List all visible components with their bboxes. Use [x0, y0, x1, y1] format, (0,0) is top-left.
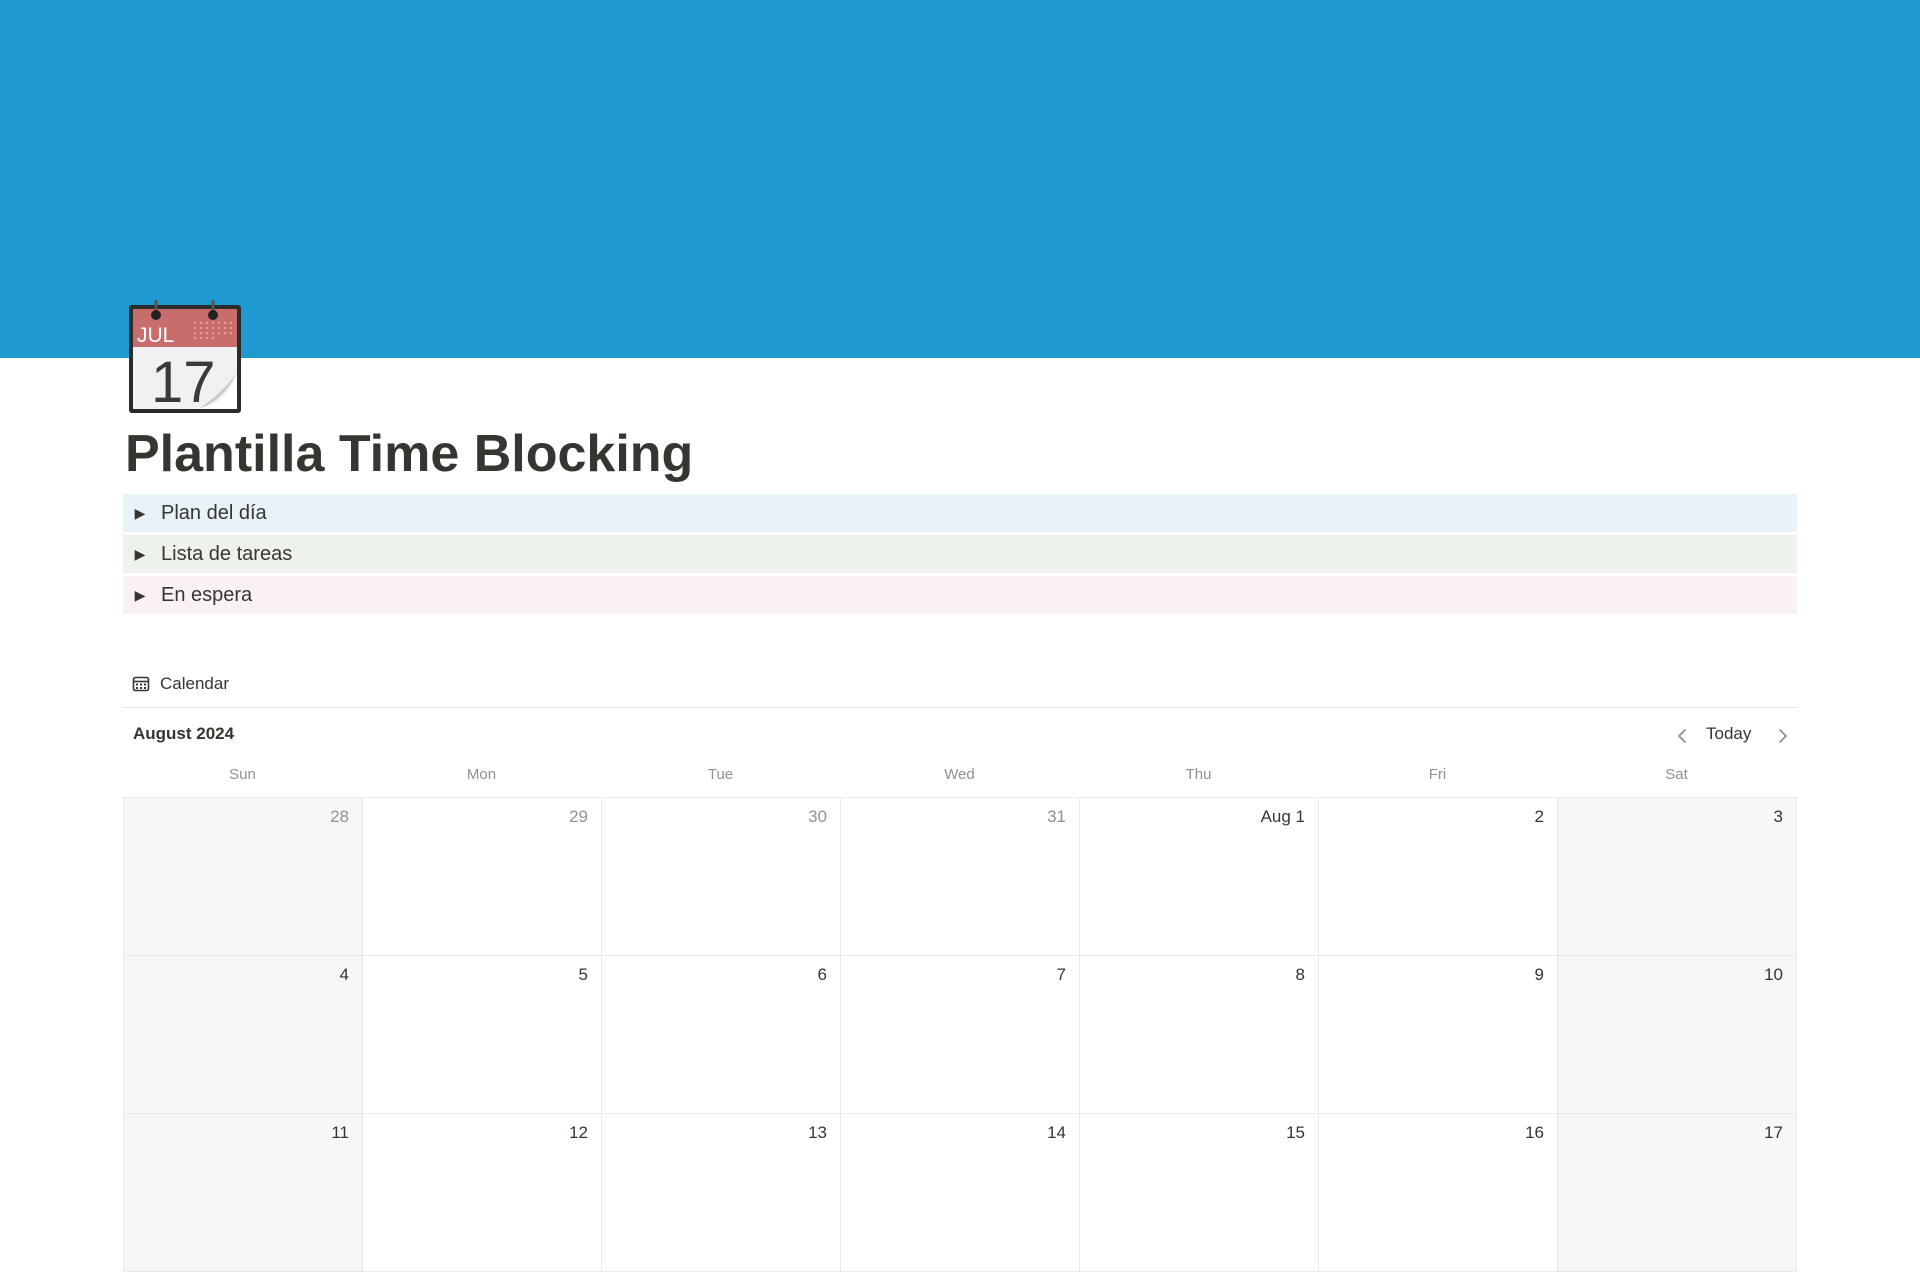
weekday-label: Sun: [229, 766, 256, 783]
weekday-header: Sun Mon Tue Wed Thu Fri Sat: [123, 766, 1797, 786]
calendar-view-label: Calendar: [160, 674, 229, 693]
calendar-month-label: August 2024: [133, 724, 235, 743]
tear-off-calendar-icon[interactable]: JUL 17: [128, 300, 242, 414]
day-number: 11: [331, 1123, 349, 1142]
toggle-label: Lista de tareas: [161, 542, 293, 565]
toggle-label: En espera: [161, 583, 253, 606]
day-number: 4: [339, 965, 349, 984]
weekday-label: Wed: [944, 766, 975, 783]
calendar-day-cell[interactable]: 9: [1318, 956, 1557, 1114]
calendar-day-cell[interactable]: 28: [123, 798, 362, 956]
toggle-arrow-icon[interactable]: ▶: [133, 546, 147, 563]
toggle-en-espera[interactable]: ▶ En espera: [123, 576, 1797, 614]
toggle-plan-del-dia[interactable]: ▶ Plan del día: [123, 494, 1797, 532]
calendar-day-cell[interactable]: 11: [123, 1114, 362, 1272]
icon-month-text: JUL: [137, 324, 174, 347]
toggle-arrow-icon[interactable]: ▶: [133, 505, 147, 522]
calendar-day-cell[interactable]: 2: [1318, 798, 1557, 956]
page-title[interactable]: Plantilla Time Blocking: [125, 418, 693, 490]
chevron-left-icon[interactable]: [1672, 725, 1694, 747]
day-number: 17: [1764, 1123, 1783, 1142]
day-number: 14: [1047, 1123, 1066, 1142]
calendar-day-cell[interactable]: 13: [601, 1114, 840, 1272]
day-number: 13: [808, 1123, 827, 1142]
calendar-day-cell[interactable]: 5: [362, 956, 601, 1114]
day-number: 2: [1534, 807, 1544, 826]
page-cover[interactable]: [0, 0, 1920, 358]
calendar-grid: 28 29 30 31 Aug 1 2 3 4 5 6 7 8 9 10 11 12 13 14 15 16 17: [123, 797, 1797, 1272]
calendar-day-cell[interactable]: 3: [1557, 798, 1797, 956]
toggle-arrow-icon[interactable]: ▶: [133, 587, 147, 604]
calendar-day-cell[interactable]: 29: [362, 798, 601, 956]
toggle-lista-de-tareas[interactable]: ▶ Lista de tareas: [123, 535, 1797, 573]
day-number: 12: [569, 1123, 588, 1142]
day-number: 7: [1056, 965, 1066, 984]
today-button[interactable]: Today: [1700, 724, 1757, 746]
day-number: 15: [1286, 1123, 1305, 1142]
weekday-label: Tue: [707, 766, 734, 783]
weekday-label: Sat: [1665, 766, 1688, 783]
calendar-day-cell[interactable]: 15: [1079, 1114, 1318, 1272]
day-number: 8: [1295, 965, 1305, 984]
calendar-day-cell[interactable]: 4: [123, 956, 362, 1114]
day-number: 29: [569, 807, 588, 826]
calendar-day-cell[interactable]: 8: [1079, 956, 1318, 1114]
day-number: 9: [1534, 965, 1544, 984]
day-number: 5: [578, 965, 588, 984]
weekday-label: Thu: [1185, 766, 1212, 783]
weekday-label: Fri: [1428, 766, 1447, 783]
day-number: 28: [330, 807, 349, 826]
weekday-label: Mon: [466, 766, 497, 783]
day-number: 30: [808, 807, 827, 826]
calendar-day-cell[interactable]: 30: [601, 798, 840, 956]
calendar-day-cell[interactable]: 14: [840, 1114, 1079, 1272]
calendar-day-cell[interactable]: 17: [1557, 1114, 1797, 1272]
day-number: 6: [817, 965, 827, 984]
calendar-day-cell[interactable]: 16: [1318, 1114, 1557, 1272]
view-divider: [123, 707, 1797, 708]
day-number: 31: [1047, 807, 1066, 826]
toggle-label: Plan del día: [161, 501, 267, 524]
calendar-day-cell[interactable]: 6: [601, 956, 840, 1114]
chevron-right-icon[interactable]: [1771, 725, 1793, 747]
day-number: 10: [1764, 965, 1783, 984]
day-number: Aug 1: [1260, 807, 1305, 826]
calendar-day-cell[interactable]: 12: [362, 1114, 601, 1272]
day-number: 16: [1525, 1123, 1544, 1142]
day-number: 3: [1773, 807, 1783, 826]
calendar-day-cell[interactable]: Aug 1: [1079, 798, 1318, 956]
calendar-day-cell[interactable]: 7: [840, 956, 1079, 1114]
calendar-view-icon: [132, 676, 150, 692]
calendar-day-cell[interactable]: 31: [840, 798, 1079, 956]
calendar-view-tab[interactable]: Calendar: [132, 672, 229, 696]
calendar-day-cell[interactable]: 10: [1557, 956, 1797, 1114]
